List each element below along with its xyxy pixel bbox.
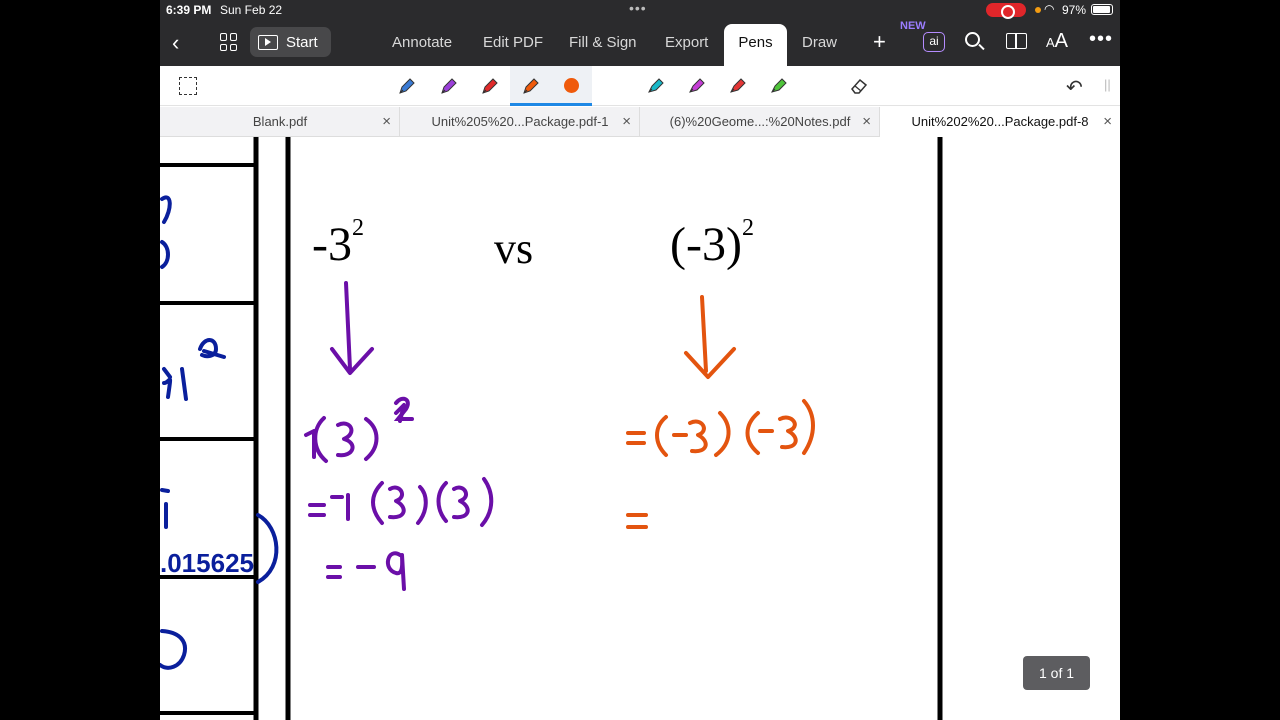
back-button[interactable]: ‹ (172, 30, 179, 56)
pen-color-swatch[interactable] (564, 78, 579, 93)
undo-icon[interactable]: ↶ (1066, 75, 1083, 100)
start-button[interactable]: Start (250, 27, 331, 57)
doc-tab-name: Unit%205%20...Package.pdf-1 (431, 114, 609, 129)
blue-ink-annotations (160, 195, 279, 670)
tab-draw[interactable]: Draw (802, 34, 837, 51)
close-icon[interactable]: × (622, 107, 631, 137)
expression-negative-three-squared: -32 (312, 215, 364, 272)
grid-view-icon[interactable] (220, 33, 238, 51)
highlighter-cyan-icon[interactable] (646, 77, 664, 95)
close-icon[interactable]: × (1103, 107, 1112, 137)
doc-tab[interactable]: (6)%20Geome...:%20Notes.pdf × (640, 107, 880, 137)
battery-icon (1091, 4, 1113, 15)
pdf-canvas[interactable]: .015625 -32 vs (-3)2 1 of 1 (160, 137, 1120, 720)
presentation-icon (258, 34, 278, 50)
doc-tab[interactable]: Unit%205%20...Package.pdf-1 × (400, 107, 640, 137)
expression-parenthesized-squared: (-3)2 (670, 215, 754, 272)
ai-new-badge: NEW (900, 20, 926, 32)
pen-purple-icon[interactable] (440, 77, 458, 95)
tab-export[interactable]: Export (665, 34, 708, 51)
lasso-select-icon[interactable] (179, 77, 197, 95)
multitasking-dots-icon[interactable]: ••• (629, 0, 647, 16)
tab-edit-pdf[interactable]: Edit PDF (483, 34, 543, 51)
orange-ink-work (626, 295, 815, 529)
doc-tab[interactable]: Blank.pdf × (160, 107, 400, 137)
highlighter-magenta-icon[interactable] (687, 77, 705, 95)
wifi-icon: ◠ (1044, 2, 1055, 16)
tab-pens[interactable]: Pens (724, 24, 787, 66)
versus-label: vs (494, 224, 534, 273)
highlighter-green-icon[interactable] (769, 77, 787, 95)
more-options-icon[interactable]: ••• (1089, 28, 1113, 51)
status-date: Sun Feb 22 (220, 3, 283, 17)
text-size-icon[interactable]: AA (1046, 30, 1068, 53)
page-indicator[interactable]: 1 of 1 (1023, 656, 1090, 690)
plus-icon[interactable]: + (873, 29, 886, 55)
reading-mode-icon[interactable] (1006, 33, 1027, 49)
tab-fill-sign[interactable]: Fill & Sign (569, 34, 637, 51)
active-pen-indicator (510, 103, 592, 106)
left-expression: -3 (312, 218, 352, 271)
right-expression: (-3) (670, 218, 742, 271)
screen-recording-icon (986, 3, 1026, 19)
purple-ink-work (304, 281, 494, 591)
right-exponent: 2 (741, 215, 754, 241)
document-page: .015625 (160, 137, 943, 720)
start-label: Start (286, 33, 318, 51)
pen-red-icon[interactable] (481, 77, 499, 95)
doc-tab-name: (6)%20Geome...:%20Notes.pdf (669, 114, 851, 129)
tab-annotate[interactable]: Annotate (392, 34, 452, 51)
highlighter-red-icon[interactable] (728, 77, 746, 95)
doc-tab-name: Blank.pdf (252, 114, 308, 129)
eraser-icon[interactable] (850, 77, 868, 95)
ai-assistant-icon[interactable]: ai (923, 32, 945, 52)
microphone-indicator-icon (1035, 7, 1041, 13)
status-time: 6:39 PM (166, 3, 212, 17)
pen-orange-icon[interactable] (522, 77, 540, 95)
pens-toolbar: ↶ || (160, 66, 1120, 106)
search-icon[interactable] (965, 32, 980, 47)
doc-tab-name: Unit%202%20...Package.pdf-8 (911, 114, 1089, 129)
close-icon[interactable]: × (382, 107, 391, 137)
pen-blue-icon[interactable] (398, 77, 416, 95)
document-tabs: Blank.pdf × Unit%205%20...Package.pdf-1 … (160, 107, 1120, 137)
ipad-screen: 6:39 PM Sun Feb 22 ••• ◠ 97% ‹ Start Ann… (160, 0, 1120, 720)
left-exponent: 2 (351, 215, 364, 241)
close-icon[interactable]: × (862, 107, 871, 137)
blue-ink-decimal: .015625 (160, 548, 254, 578)
doc-tab-active[interactable]: Unit%202%20...Package.pdf-8 × (880, 107, 1120, 137)
toolbar-handle-icon[interactable]: || (1104, 77, 1111, 92)
battery-percent: 97% (1062, 3, 1087, 17)
app-toolbar: 6:39 PM Sun Feb 22 ••• ◠ 97% ‹ Start Ann… (160, 0, 1120, 66)
